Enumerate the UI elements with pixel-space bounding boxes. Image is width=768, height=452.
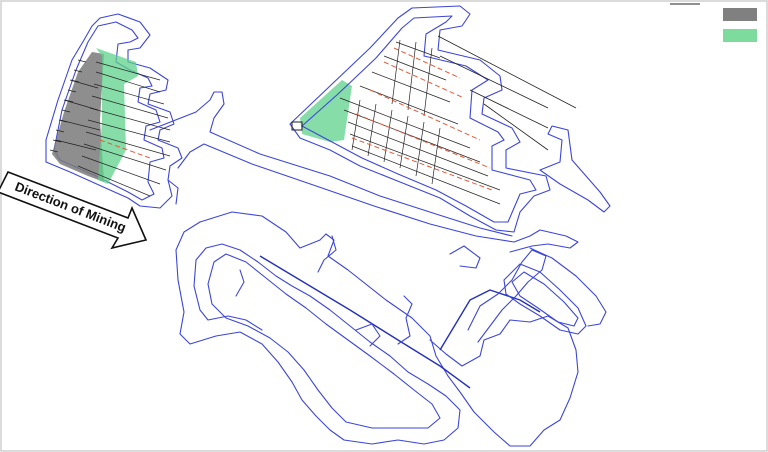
legend <box>670 3 757 42</box>
legend-swatch-active <box>723 29 757 42</box>
south-crosscut-b <box>397 295 413 345</box>
mine-plan-stage: Direction of Mining <box>0 0 768 452</box>
south-workings-outline <box>199 211 579 447</box>
northeast-drift-east <box>539 125 611 213</box>
west-mined-zone <box>52 52 104 182</box>
legend-swatch-mined <box>723 8 757 21</box>
south-crosscut-a <box>317 235 337 273</box>
south-far-east <box>529 247 607 327</box>
south-east-bay-inner <box>511 271 579 327</box>
mine-plan-drawing: Direction of Mining <box>0 0 768 452</box>
main-drift-branch-west <box>167 179 179 205</box>
northeast-hatching <box>339 41 501 205</box>
south-workings-west-loop <box>175 221 461 445</box>
south-crosscut-d <box>235 269 245 297</box>
direction-arrow-label: Direction of Mining <box>13 179 128 235</box>
south-lower-drift <box>449 245 481 269</box>
northeast-plan-lines <box>437 35 577 151</box>
main-drift <box>149 91 579 253</box>
south-workings <box>175 211 607 447</box>
northeast-panel <box>289 5 611 233</box>
direction-arrow: Direction of Mining <box>0 170 148 250</box>
west-panel <box>45 13 183 209</box>
south-main-line <box>259 255 471 389</box>
